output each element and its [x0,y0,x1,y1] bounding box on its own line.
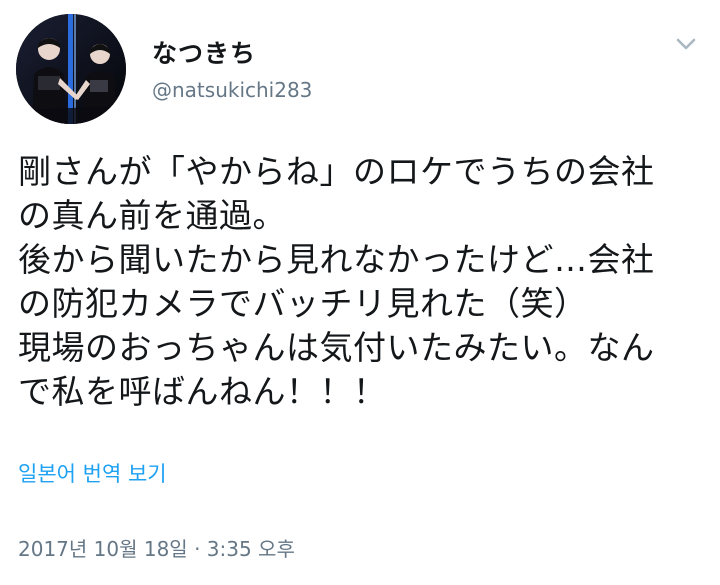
chevron-down-icon[interactable] [674,34,698,54]
user-handle[interactable]: @natsukichi283 [152,78,312,102]
avatar[interactable] [16,14,126,124]
avatar-image [16,14,126,124]
display-name[interactable]: なつきち [152,34,256,70]
tweet-timestamp[interactable]: 2017년 10월 18일 · 3:35 오후 [18,533,295,562]
tweet-text: 剛さんが「やからね」のロケでうちの会社 の真ん前を通過。 後から聞いたから見れな… [18,152,655,411]
translate-link[interactable]: 일본어 번역 보기 [18,458,167,488]
tweet-card: なつきち @natsukichi283 剛さんが「やからね」のロケでうちの会社 … [0,0,720,585]
